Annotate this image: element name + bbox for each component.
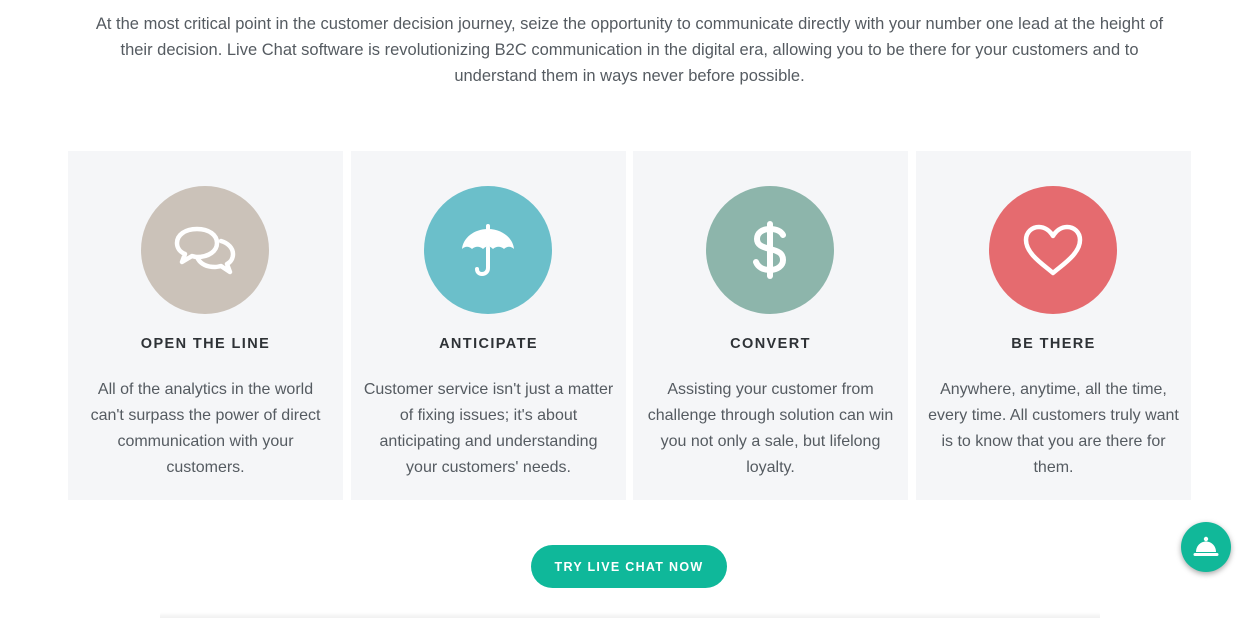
service-bell-icon [1193, 536, 1219, 556]
dollar-icon [706, 186, 834, 314]
features-section: OPEN THE LINE All of the analytics in th… [68, 151, 1191, 500]
chat-bubbles-icon [141, 186, 269, 314]
feature-card-convert: CONVERT Assisting your customer from cha… [633, 151, 908, 500]
heart-icon [989, 186, 1117, 314]
feature-description: All of the analytics in the world can't … [90, 381, 321, 476]
intro-paragraph: At the most critical point in the custom… [95, 15, 1164, 85]
feature-card-open-the-line: OPEN THE LINE All of the analytics in th… [68, 151, 343, 500]
feature-title: CONVERT [730, 336, 811, 352]
feature-description: Customer service isn't just a matter of … [363, 381, 614, 476]
try-live-chat-label: TRY LIVE CHAT NOW [554, 559, 704, 574]
feature-description: Anywhere, anytime, all the time, every t… [928, 381, 1179, 476]
try-live-chat-button[interactable]: TRY LIVE CHAT NOW [531, 545, 727, 588]
feature-title: ANTICIPATE [439, 336, 538, 352]
next-section-edge [160, 612, 1100, 618]
feature-title: BE THERE [1011, 336, 1096, 352]
feature-card-be-there: BE THERE Anywhere, anytime, all the time… [916, 151, 1191, 500]
feature-card-anticipate: ANTICIPATE Customer service isn't just a… [351, 151, 626, 500]
feature-description: Assisting your customer from challenge t… [647, 381, 894, 476]
umbrella-icon [424, 186, 552, 314]
chat-widget-button[interactable] [1181, 522, 1231, 572]
feature-title: OPEN THE LINE [140, 336, 271, 352]
